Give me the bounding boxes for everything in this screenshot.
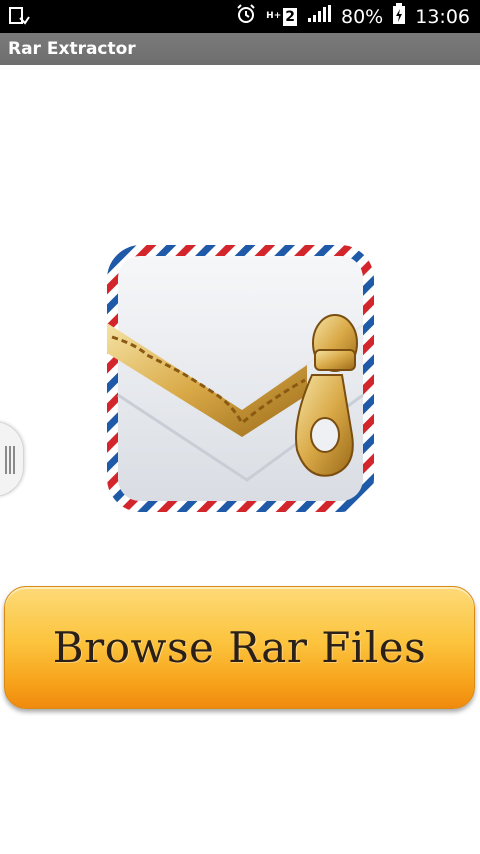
grip-icon (5, 446, 15, 474)
app-bar: Rar Extractor (0, 33, 480, 65)
browse-button-label: Browse Rar Files (52, 623, 427, 672)
browse-rar-files-button[interactable]: Browse Rar Files (4, 586, 475, 709)
zipped-envelope-logo-icon (107, 245, 374, 512)
battery-percent: 80% (341, 5, 384, 28)
status-bar: H+ 2 80% 13:06 (0, 0, 480, 33)
signal-icon (306, 4, 332, 29)
clock: 13:06 (415, 5, 470, 28)
app-title: Rar Extractor (8, 39, 136, 59)
download-notification-icon (8, 6, 30, 31)
app-logo (107, 245, 374, 512)
network-type-icon: H+ 2 (266, 7, 297, 26)
drawer-handle[interactable] (0, 421, 24, 497)
sim-slot-badge: 2 (283, 7, 297, 26)
battery-icon (392, 3, 406, 30)
network-type-label: H+ (266, 11, 282, 21)
alarm-icon (235, 3, 257, 30)
